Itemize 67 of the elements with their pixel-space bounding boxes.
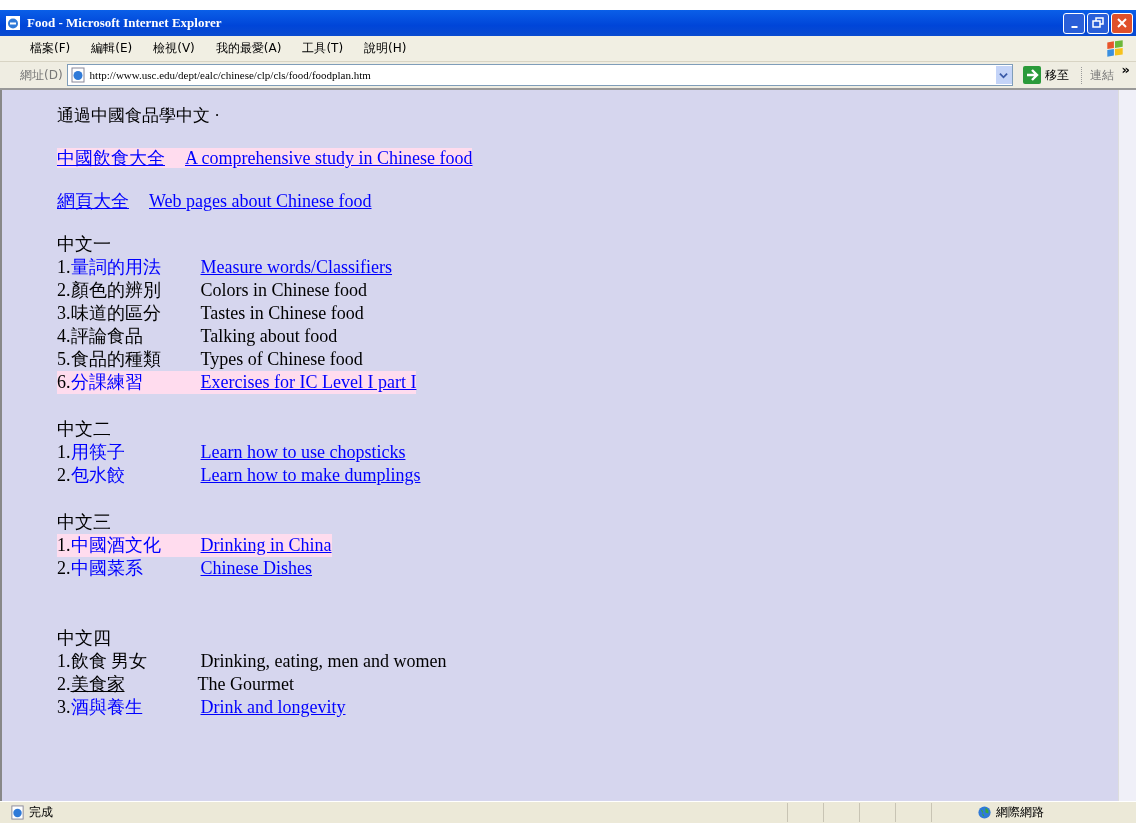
item-number: 4. (57, 325, 71, 348)
dropdown-button[interactable] (995, 66, 1012, 84)
lesson-title[interactable]: 美食家 (70, 673, 125, 696)
intro-text: 通過中國食品學中文 · (57, 105, 221, 127)
item-number: 1. (57, 256, 71, 279)
page-link[interactable]: 中國飲食大全 A comprehensive study in Chinese food (57, 148, 473, 168)
lesson-description: Drinking, eating, men and women (200, 650, 447, 673)
section-heading: 中文三 (57, 511, 112, 534)
close-button[interactable] (1111, 12, 1133, 34)
item-number: 2. (57, 673, 71, 696)
lesson-description: Tastes in Chinese food (200, 302, 364, 325)
lesson-link[interactable]: 用筷子 Learn how to use chopsticks (70, 441, 406, 464)
minimize-button[interactable] (1063, 12, 1085, 34)
address-field[interactable]: http://www.usc.edu/dept/ealc/chinese/clp/cls/food/foodplan.htm (66, 64, 1013, 86)
lesson-title: 飲食 男女 (70, 650, 148, 673)
windows-logo-icon (1104, 37, 1126, 60)
lesson-title: 味道的區分 (70, 302, 162, 325)
section-heading: 中文一 (57, 233, 112, 256)
links-label[interactable]: 連結 (1080, 66, 1114, 84)
more-button[interactable]: » (1121, 62, 1130, 77)
page-icon (69, 67, 86, 83)
chevron-down-icon (999, 70, 1009, 80)
status-text: 完成 (29, 804, 53, 821)
item-number: 2. (57, 557, 71, 580)
item-number: 6. (57, 371, 71, 394)
zone-text: 網際網路 (996, 804, 1045, 821)
item-number: 1. (57, 650, 71, 673)
browser-icon (5, 15, 21, 31)
item-number: 2. (57, 464, 71, 487)
lesson-description: The Gourmet (197, 673, 294, 696)
page-icon (10, 805, 25, 820)
section-heading: 中文四 (57, 627, 112, 650)
window-title: Food - Microsoft Internet Explorer (27, 15, 222, 31)
item-number: 1. (57, 534, 71, 557)
lesson-title: 顏色的辨別 (70, 279, 162, 302)
lesson-description: Types of Chinese food (200, 348, 363, 371)
lesson-link[interactable]: 中國酒文化 Drinking in China (70, 534, 332, 557)
lesson-link[interactable]: 分課練習 Exercises for IC Level I part I (70, 371, 417, 394)
menu-item[interactable]: 檔案(F) (30, 40, 71, 57)
menu-item[interactable]: 說明(H) (364, 40, 407, 57)
page-link[interactable]: 網頁大全 Web pages about Chinese food (57, 191, 372, 211)
globe-icon (977, 805, 992, 820)
lesson-title: 評論食品 (70, 325, 144, 348)
lesson-link[interactable]: 量詞的用法 Measure words/Classifiers (70, 256, 392, 279)
menu-item[interactable]: 檢視(V) (153, 40, 195, 57)
restore-button[interactable] (1087, 12, 1109, 34)
menu-item[interactable]: 我的最愛(A) (215, 40, 282, 57)
lesson-description: Colors in Chinese food (200, 279, 367, 302)
menu-item[interactable]: 工具(T) (302, 40, 344, 57)
section-heading: 中文二 (57, 418, 112, 441)
close-icon (1116, 17, 1128, 29)
item-number: 3. (57, 696, 71, 719)
minimize-icon (1070, 26, 1078, 28)
lesson-link[interactable]: 包水餃 Learn how to make dumplings (70, 464, 421, 487)
item-number: 5. (57, 348, 71, 371)
address-label: 網址(D) (20, 66, 63, 84)
item-number: 1. (57, 441, 71, 464)
lesson-link[interactable]: 中國菜系 Chinese Dishes (70, 557, 312, 580)
lesson-title: 食品的種類 (70, 348, 162, 371)
go-button[interactable]: 移至 (1016, 66, 1075, 84)
item-number: 2. (57, 279, 71, 302)
item-number: 3. (57, 302, 71, 325)
lesson-link[interactable]: 酒與養生 Drink and longevity (70, 696, 346, 719)
menu-item[interactable]: 編輯(E) (91, 40, 133, 57)
lesson-description: Talking about food (200, 325, 338, 348)
arrow-right-icon (1022, 66, 1041, 84)
restore-icon (1092, 17, 1104, 29)
